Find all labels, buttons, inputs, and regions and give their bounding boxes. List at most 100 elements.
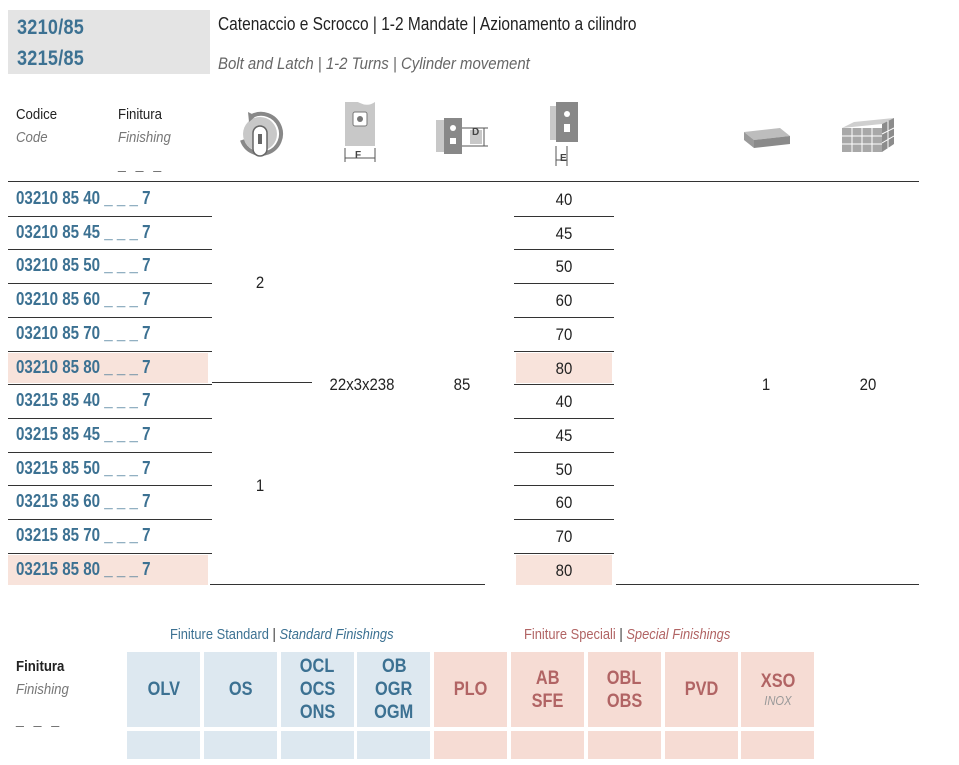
finish-swatch: OLV	[127, 652, 200, 727]
entrance-value: 70	[555, 527, 573, 546]
finish-swatch: OS	[203, 652, 277, 727]
special-heading-separator: |	[619, 626, 623, 643]
product-code: 03210 85 60 _ _ _ 7	[16, 289, 151, 310]
faceplate-label: F	[355, 150, 362, 161]
finish-swatch: PVD	[664, 652, 738, 727]
product-code: 03210 85 80 _ _ _ 7	[16, 356, 151, 377]
row-divider	[514, 215, 614, 217]
finish-swatch-blank	[434, 731, 508, 759]
box-value: 20	[859, 375, 877, 394]
finish-code: XSO	[760, 671, 796, 692]
row-divider	[8, 519, 212, 520]
row-divider	[514, 350, 614, 352]
table-top-rule	[8, 181, 919, 182]
row-divider	[8, 283, 212, 285]
row-divider	[514, 249, 614, 251]
row-divider	[514, 316, 614, 318]
model-code: 3215/85	[17, 47, 85, 70]
product-code: 03215 85 50 _ _ _ 7	[16, 457, 151, 478]
product-code: 03215 85 80 _ _ _ 7	[16, 558, 151, 579]
product-code: 03215 85 60 _ _ _ 7	[16, 491, 151, 512]
special-heading-en: Special Finishings	[626, 626, 731, 643]
finish-swatch-blank	[203, 731, 277, 759]
turns-divider	[212, 382, 312, 383]
faceplate-value: 22x3x238	[329, 375, 395, 394]
finish-swatch: PLO	[434, 652, 508, 727]
finish-heading-en: Finishing	[118, 129, 171, 146]
finish-swatch: OCL OCS ONS	[280, 652, 354, 727]
row-divider	[514, 552, 614, 554]
finish-code: OGM	[374, 702, 414, 723]
model-code-box: 3210/85 3215/85	[8, 10, 210, 74]
row-divider	[514, 384, 614, 386]
entrance-label: E	[560, 153, 567, 164]
table-bottom-rule	[210, 584, 485, 585]
finish-code: PVD	[684, 679, 718, 700]
finish-swatch: AB SFE	[511, 652, 584, 727]
row-divider	[8, 249, 212, 251]
code-heading-en: Code	[16, 129, 48, 146]
finish-code: OS	[228, 679, 253, 700]
finish-code: PLO	[453, 679, 488, 700]
row-divider	[8, 451, 212, 453]
product-code: 03210 85 70 _ _ _ 7	[16, 322, 151, 343]
backset-value: 85	[453, 375, 471, 394]
product-code: 03215 85 40 _ _ _ 7	[16, 390, 151, 411]
entrance-value: 80	[555, 358, 573, 378]
row-divider	[8, 552, 212, 554]
cylinder-turns-icon	[240, 111, 283, 157]
product-code: 03215 85 70 _ _ _ 7	[16, 525, 151, 545]
finish-swatch-blank	[511, 731, 584, 759]
standard-heading-it: Finiture Standard	[170, 626, 269, 643]
finish-subcode: INOX	[764, 693, 792, 708]
standard-finishings-heading: Finiture Standard | Standard Finishings	[170, 626, 394, 643]
special-finishings-heading: Finiture Speciali | Special Finishings	[524, 626, 730, 643]
pack-value: 1	[761, 375, 771, 394]
code-heading: Codice	[16, 106, 58, 123]
table-bottom-rule	[616, 584, 919, 585]
finish-swatch-blank	[587, 731, 661, 759]
finish-placeholder: _ _ _	[118, 156, 165, 172]
finish-swatch: OBL OBS	[587, 652, 661, 727]
special-heading-it: Finiture Speciali	[524, 626, 616, 643]
entrance-value: 50	[555, 459, 573, 479]
finish-label-en: Finishing	[16, 681, 69, 698]
finish-label: Finitura	[16, 658, 65, 675]
finish-swatch-blank	[741, 731, 815, 759]
finish-swatch: XSO INOX	[741, 652, 815, 727]
title-italian: Catenaccio e Scrocco | 1-2 Mandate | Azi…	[218, 14, 637, 34]
finish-code: OGR	[375, 679, 413, 700]
entrance-value: 80	[555, 560, 573, 580]
entrance-value: 45	[555, 425, 573, 445]
row-divider	[8, 350, 212, 352]
row-divider	[8, 384, 212, 386]
finish-code: SFE	[531, 690, 564, 712]
entrance-value: 60	[555, 291, 573, 311]
finish-code: OBS	[606, 690, 643, 712]
product-code: 03210 85 45 _ _ _ 7	[16, 221, 151, 242]
finish-heading: Finitura	[118, 106, 163, 123]
turns-group-2: 1	[255, 476, 265, 495]
row-divider	[8, 485, 212, 487]
finish-swatch-blank	[127, 731, 200, 759]
entrance-value: 40	[555, 190, 573, 209]
row-divider	[8, 417, 212, 419]
row-divider	[514, 283, 614, 285]
entrance-value: 50	[555, 257, 573, 277]
backset-label: D	[472, 127, 480, 138]
finish-code: OBL	[607, 667, 642, 689]
finish-code: ONS	[299, 702, 335, 723]
product-code: 03215 85 45 _ _ _ 7	[16, 423, 151, 444]
pack-icon	[744, 128, 790, 148]
finish-code: OB	[381, 656, 407, 677]
entrance-value: 40	[555, 392, 573, 412]
finish-code: OCS	[299, 679, 335, 700]
finish-swatch-blank	[357, 731, 431, 759]
finish-placeholder: _ _ _	[16, 711, 63, 727]
backset-icon	[436, 118, 488, 154]
standard-heading-en: Standard Finishings	[279, 626, 394, 643]
row-divider	[514, 451, 614, 453]
row-divider	[8, 215, 212, 217]
finish-code: AB	[535, 667, 560, 689]
box-icon	[842, 118, 895, 152]
